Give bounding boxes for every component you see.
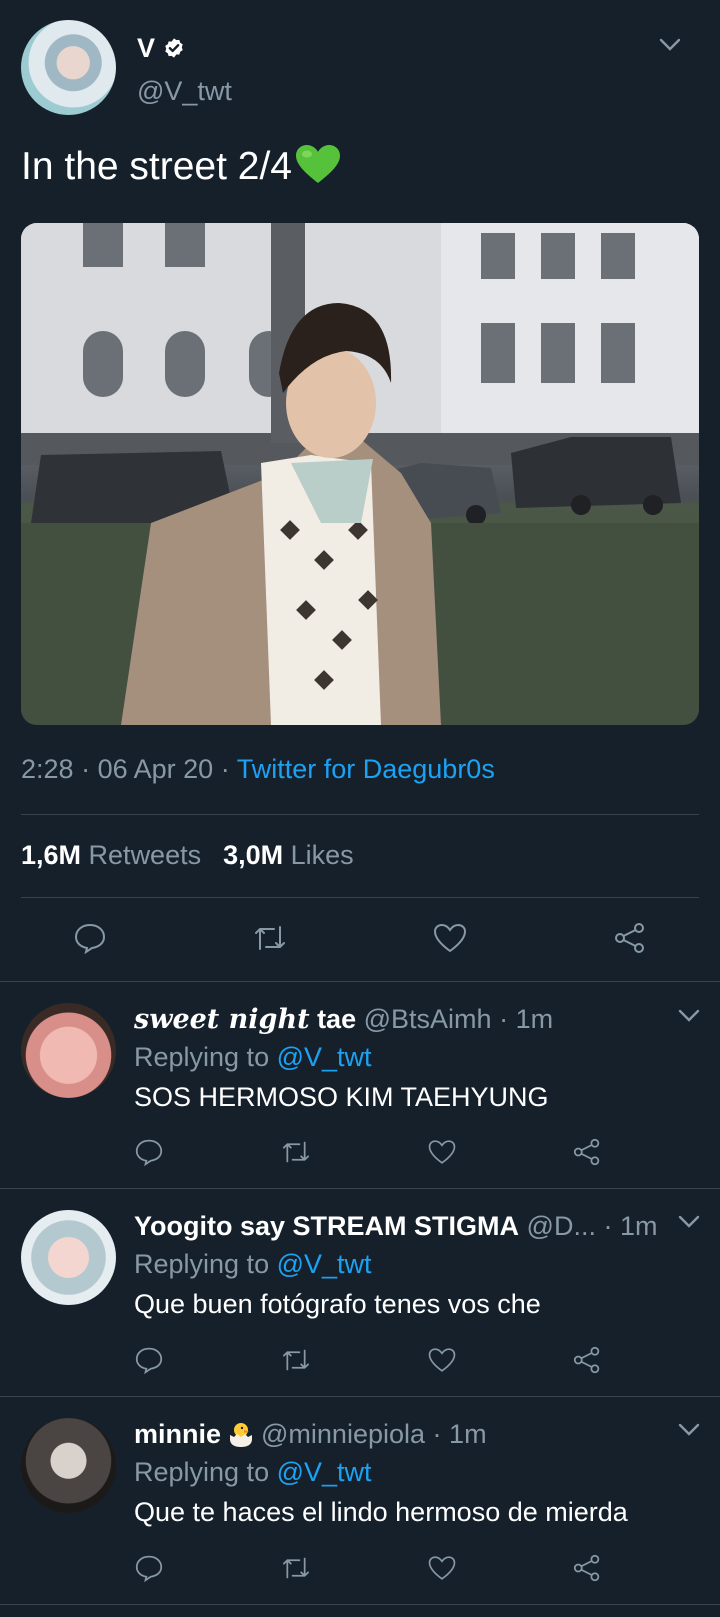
like-button[interactable] xyxy=(425,1135,459,1169)
reply-text: SOS HERMOSO KIM TAEHYUNG xyxy=(134,1082,549,1112)
hatching-chick-emoji-icon xyxy=(230,1423,253,1447)
retweet-button[interactable] xyxy=(250,918,290,958)
reply-icon xyxy=(74,923,106,954)
tweet-photo[interactable] xyxy=(21,223,699,725)
reply-tweet[interactable]: Yoogito say STREAM STIGMA @D... · 1m Rep… xyxy=(0,1190,720,1397)
retweets-count: 1,6M xyxy=(21,840,82,870)
reply-button[interactable] xyxy=(132,1551,166,1585)
replying-to: Replying to @V_twt xyxy=(134,1457,372,1488)
reply-header: minnie @minniepiola · 1m xyxy=(134,1416,487,1452)
meta-separator: · xyxy=(220,754,230,784)
like-icon xyxy=(433,923,467,953)
retweets-label: Retweets xyxy=(88,840,202,870)
retweet-button[interactable] xyxy=(279,1551,313,1585)
reply-header: sweet night tae @BtsAimh · 1m xyxy=(134,1001,553,1038)
reply-time: 1m xyxy=(449,1419,487,1449)
chevron-down-icon[interactable] xyxy=(678,1009,700,1023)
replying-mention-link[interactable]: @V_twt xyxy=(277,1249,372,1279)
replying-mention-link[interactable]: @V_twt xyxy=(277,1042,372,1072)
like-button[interactable] xyxy=(425,1551,459,1585)
tweet-date: 06 Apr 20 xyxy=(97,754,214,784)
replying-to: Replying to @V_twt xyxy=(134,1042,372,1073)
share-button[interactable] xyxy=(570,1135,604,1169)
tweet-meta: 2:28 · 06 Apr 20 · Twitter for Daegubr0s xyxy=(21,754,495,785)
replying-label: Replying to xyxy=(134,1042,270,1072)
reply-header: Yoogito say STREAM STIGMA @D... · 1m xyxy=(134,1208,658,1244)
author-handle[interactable]: @V_twt xyxy=(137,76,232,107)
divider xyxy=(21,814,699,815)
meta-separator: · xyxy=(499,1004,509,1034)
chevron-down-icon[interactable] xyxy=(659,38,681,52)
reply-tweet[interactable]: minnie @minniepiola · 1m Replying to @V_… xyxy=(0,1398,720,1605)
share-icon xyxy=(573,1138,600,1166)
likes-label: Likes xyxy=(290,840,354,870)
reply-icon xyxy=(135,1139,163,1166)
like-icon xyxy=(428,1140,456,1164)
retweet-button[interactable] xyxy=(279,1343,313,1377)
likes-stat[interactable]: 3,0M Likes xyxy=(223,840,354,871)
like-button[interactable] xyxy=(430,918,470,958)
reply-avatar[interactable] xyxy=(21,1210,116,1305)
share-icon xyxy=(615,923,644,953)
tweet-text: In the street 2/4 xyxy=(21,142,342,192)
reply-time: 1m xyxy=(619,1211,658,1241)
replying-to: Replying to @V_twt xyxy=(134,1249,372,1280)
meta-separator: · xyxy=(603,1211,613,1241)
replying-label: Replying to xyxy=(134,1457,270,1487)
reply-time: 1m xyxy=(515,1004,554,1034)
tweet-text-content: In the street 2/4 xyxy=(21,145,293,188)
reply-handle[interactable]: @BtsAimh xyxy=(364,1004,492,1034)
chevron-down-icon[interactable] xyxy=(678,1215,700,1229)
green-heart-emoji-icon xyxy=(296,145,341,183)
reply-avatar[interactable] xyxy=(21,1003,116,1098)
share-icon xyxy=(573,1346,600,1374)
verified-badge-icon xyxy=(165,38,183,58)
like-icon xyxy=(428,1556,456,1580)
main-tweet: V @V_twt In the street 2/4 2:28 · 06 Apr… xyxy=(0,0,720,982)
reply-button[interactable] xyxy=(132,1135,166,1169)
share-icon xyxy=(573,1554,600,1582)
meta-separator: · xyxy=(432,1419,442,1449)
retweet-icon xyxy=(282,1557,309,1579)
replying-label: Replying to xyxy=(134,1249,270,1279)
reply-handle[interactable]: @minniepiola xyxy=(261,1419,425,1449)
chevron-down-icon[interactable] xyxy=(678,1423,700,1437)
reply-author-name[interactable]: tae xyxy=(317,1004,356,1034)
reply-handle[interactable]: @D... xyxy=(527,1211,596,1241)
reply-author-name[interactable]: minnie xyxy=(134,1419,221,1449)
reply-button[interactable] xyxy=(70,918,110,958)
reply-tweet[interactable]: sweet night tae @BtsAimh · 1m Replying t… xyxy=(0,983,720,1189)
reply-author-name[interactable]: Yoogito say STREAM STIGMA xyxy=(134,1211,519,1241)
reply-button[interactable] xyxy=(132,1343,166,1377)
like-button[interactable] xyxy=(425,1343,459,1377)
replying-mention-link[interactable]: @V_twt xyxy=(277,1457,372,1487)
retweet-icon xyxy=(282,1349,309,1371)
author-name-row: V xyxy=(137,30,185,66)
share-button[interactable] xyxy=(610,918,650,958)
reply-text: Que buen fotógrafo tenes vos che xyxy=(134,1289,541,1319)
reply-icon xyxy=(135,1555,163,1582)
author-avatar[interactable] xyxy=(21,20,116,115)
reply-text: Que te haces el lindo hermoso de mierda xyxy=(134,1497,628,1527)
likes-count: 3,0M xyxy=(223,840,284,870)
tweet-time: 2:28 xyxy=(21,754,74,784)
retweet-icon xyxy=(255,926,285,950)
author-name[interactable]: V xyxy=(137,33,155,64)
tweet-source-link[interactable]: Twitter for Daegubr0s xyxy=(237,754,495,784)
divider xyxy=(21,897,699,898)
retweet-button[interactable] xyxy=(279,1135,313,1169)
retweet-icon xyxy=(282,1141,309,1163)
reply-avatar[interactable] xyxy=(21,1418,116,1513)
share-button[interactable] xyxy=(570,1551,604,1585)
meta-separator: · xyxy=(81,754,91,784)
share-button[interactable] xyxy=(570,1343,604,1377)
reply-author-name-styled[interactable]: sweet night xyxy=(134,1004,310,1035)
like-icon xyxy=(428,1348,456,1372)
tweet-stats: 1,6M Retweets 3,0M Likes xyxy=(21,840,354,871)
photo-illustration xyxy=(21,223,699,725)
reply-icon xyxy=(135,1347,163,1374)
retweets-stat[interactable]: 1,6M Retweets xyxy=(21,840,201,871)
